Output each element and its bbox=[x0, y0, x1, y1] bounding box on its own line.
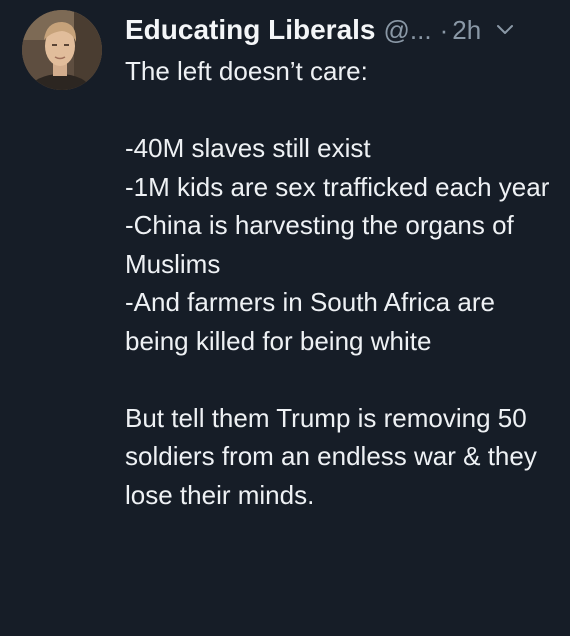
handle[interactable]: @... bbox=[384, 15, 432, 46]
tweet-text: The left doesn’t care: -40M slaves still… bbox=[125, 52, 550, 514]
list-item: -40M slaves still exist bbox=[125, 133, 371, 163]
tweet-intro: The left doesn’t care: bbox=[125, 56, 368, 86]
profile-photo-icon bbox=[22, 10, 102, 90]
list-item: -China is harvesting the organs of Musli… bbox=[125, 210, 514, 279]
list-item: -1M kids are sex trafficked each year bbox=[125, 171, 550, 202]
list-item: -And farmers in South Africa are being k… bbox=[125, 287, 495, 356]
display-name[interactable]: Educating Liberals bbox=[125, 14, 376, 46]
chevron-down-icon[interactable] bbox=[495, 20, 515, 40]
tweet: Educating Liberals @... · 2h The left do… bbox=[0, 0, 570, 636]
separator: · bbox=[439, 14, 449, 45]
timestamp[interactable]: 2h bbox=[452, 15, 481, 46]
avatar[interactable] bbox=[22, 10, 102, 90]
tweet-header: Educating Liberals @... · 2h bbox=[125, 10, 552, 50]
tweet-closing: But tell them Trump is removing 50 soldi… bbox=[125, 402, 537, 510]
